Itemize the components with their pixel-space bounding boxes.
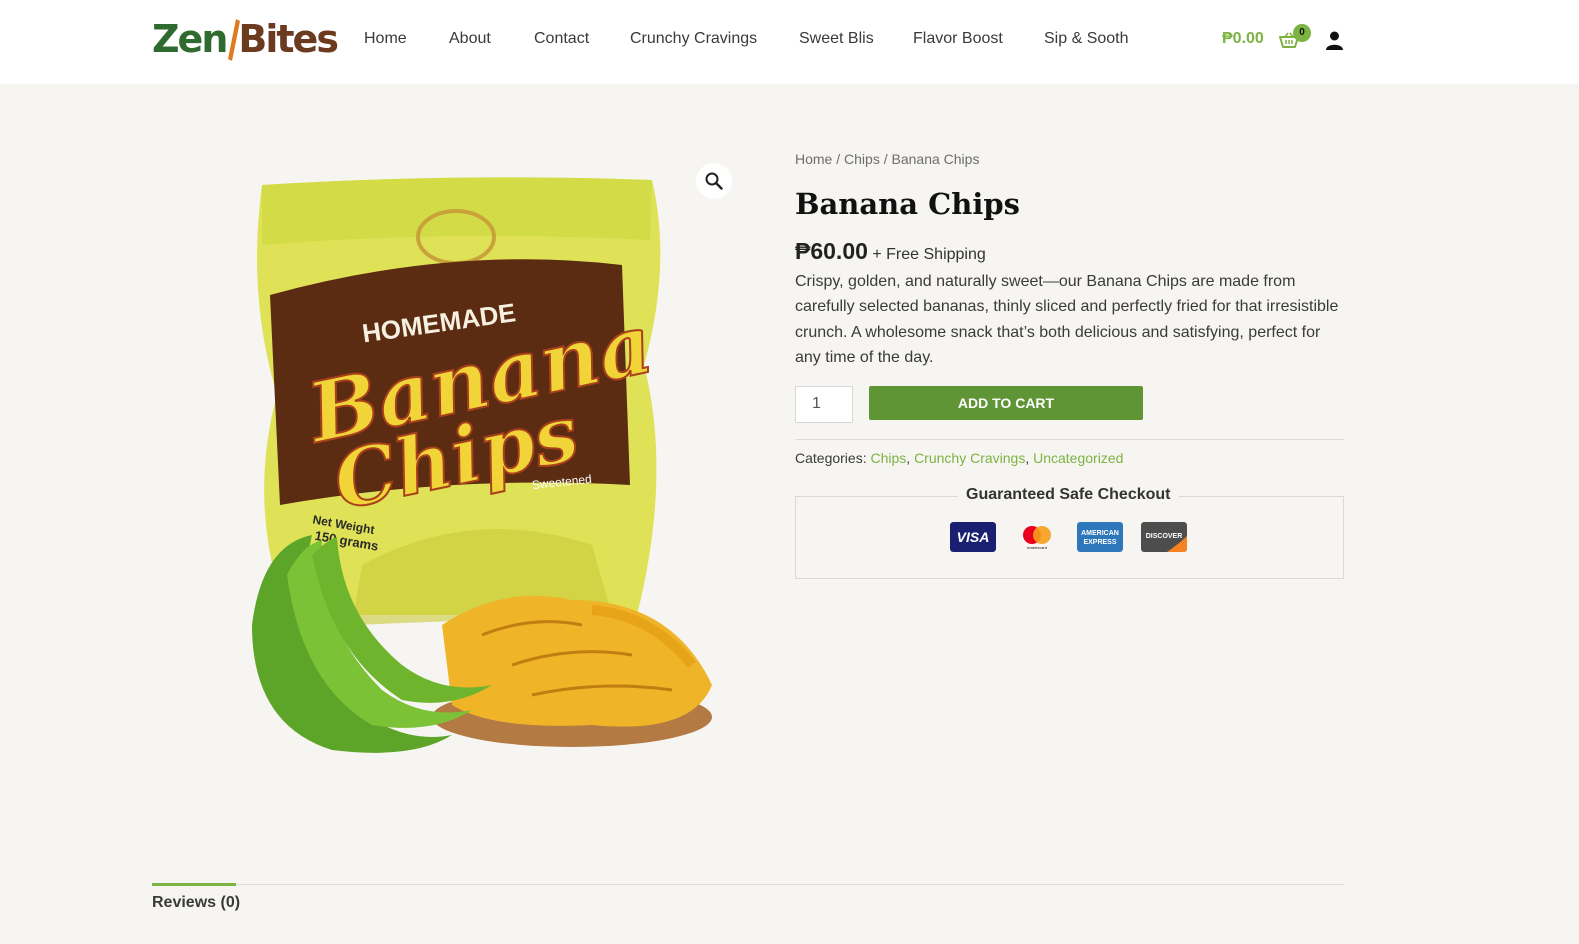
categories-label: Categories: [795, 450, 867, 466]
cart-total[interactable]: ₱0.00 [1222, 30, 1264, 48]
nav-flavor-boost[interactable]: Flavor Boost [913, 30, 1003, 48]
safe-checkout-box [795, 496, 1344, 579]
user-account-icon[interactable] [1325, 31, 1344, 50]
product-title: Banana Chips [795, 187, 1020, 221]
site-logo[interactable]: Zen Bites [152, 12, 339, 66]
divider [795, 439, 1344, 440]
tab-active-indicator [152, 883, 236, 886]
zoom-button[interactable] [696, 163, 732, 199]
category-link-chips[interactable]: Chips [870, 450, 906, 466]
discover-icon: DISCOVER [1141, 522, 1187, 552]
nav-home[interactable]: Home [364, 30, 407, 48]
site-header: Zen Bites Home About Contact Crunchy Cra… [0, 0, 1579, 84]
quantity-input[interactable]: 1 [795, 386, 853, 423]
amex-icon: AMERICAN EXPRESS [1077, 522, 1123, 552]
tabs-divider [152, 884, 1344, 885]
nav-contact[interactable]: Contact [534, 30, 589, 48]
add-to-cart-button[interactable]: ADD TO CART [869, 386, 1143, 420]
svg-text:EXPRESS: EXPRESS [1083, 539, 1116, 546]
product-categories: Categories: Chips, Crunchy Cravings, Unc… [795, 450, 1124, 466]
svg-text:VISA: VISA [957, 529, 990, 545]
category-link-crunchy-cravings[interactable]: Crunchy Cravings [914, 450, 1025, 466]
tab-reviews[interactable]: Reviews (0) [152, 894, 240, 912]
product-image-banana-chips[interactable]: HOMEMADE Banana Chips Sweetened Net Weig… [152, 145, 742, 785]
breadcrumb-home[interactable]: Home [795, 151, 832, 167]
mastercard-icon: mastercard [1014, 522, 1060, 552]
nav-sweet-blis[interactable]: Sweet Blis [799, 30, 874, 48]
breadcrumb-chips[interactable]: Chips [844, 151, 880, 167]
price-row: ₱60.00 + Free Shipping [795, 238, 986, 265]
cart-count-badge: 0 [1293, 24, 1311, 42]
breadcrumb-separator: / [879, 151, 892, 167]
logo-text-bites: Bites [238, 17, 339, 61]
svg-text:AMERICAN: AMERICAN [1081, 530, 1119, 537]
nav-about[interactable]: About [449, 30, 491, 48]
breadcrumb-separator: / [832, 151, 845, 167]
breadcrumb-current: Banana Chips [891, 151, 980, 167]
safe-checkout-title: Guaranteed Safe Checkout [958, 486, 1179, 504]
breadcrumb: Home / Chips / Banana Chips [795, 151, 979, 167]
category-link-uncategorized[interactable]: Uncategorized [1033, 450, 1123, 466]
search-icon [705, 172, 723, 190]
visa-icon: VISA [950, 522, 996, 552]
svg-text:mastercard: mastercard [1027, 545, 1047, 550]
nav-sip-sooth[interactable]: Sip & Sooth [1044, 30, 1129, 48]
svg-text:DISCOVER: DISCOVER [1146, 533, 1183, 540]
product-price: ₱60.00 [795, 238, 868, 264]
nav-crunchy-cravings[interactable]: Crunchy Cravings [630, 30, 757, 48]
shipping-note: + Free Shipping [872, 246, 986, 263]
logo-text-zen: Zen [152, 17, 228, 61]
product-description: Crispy, golden, and naturally sweet—our … [795, 273, 1339, 367]
